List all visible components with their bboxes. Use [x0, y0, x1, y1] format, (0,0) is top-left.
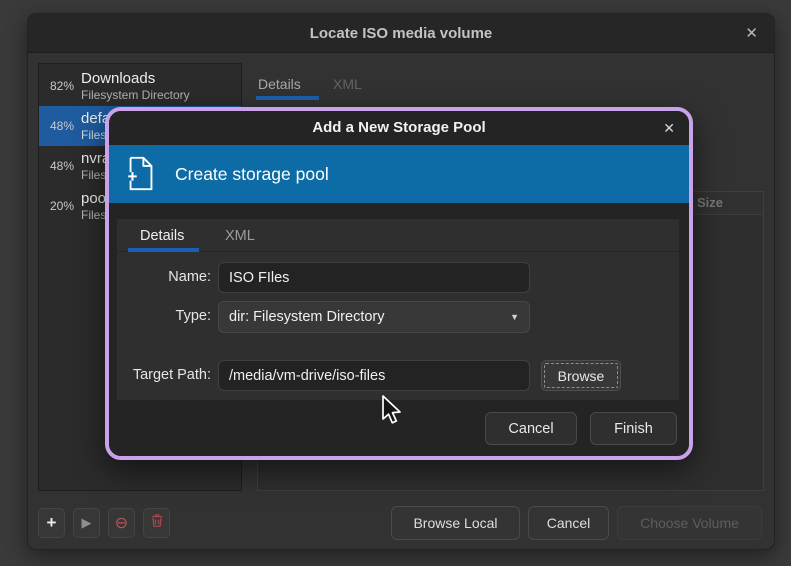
target-path-label: Target Path:: [117, 367, 211, 383]
stop-pool-button[interactable]: ⊖: [108, 508, 135, 538]
name-label: Name:: [117, 269, 211, 285]
main-cancel-button[interactable]: Cancel: [528, 506, 609, 540]
close-icon[interactable]: ✕: [745, 14, 758, 53]
dialog-form-panel: Details XML Name: Type: dir: Filesystem …: [117, 219, 679, 400]
pool-usage-percent: 82%: [42, 79, 74, 93]
dialog-tab-bar: Details XML: [117, 219, 679, 252]
pool-name: Downloads: [81, 70, 190, 88]
trash-icon: [150, 513, 164, 533]
pool-list-item[interactable]: 82% Downloads Filesystem Directory: [39, 66, 241, 106]
type-dropdown-value: dir: Filesystem Directory: [229, 309, 385, 325]
dialog-title: Add a New Storage Pool: [109, 111, 689, 145]
create-pool-banner: Create storage pool: [109, 145, 689, 203]
target-path-input[interactable]: [218, 360, 530, 391]
name-input[interactable]: [218, 262, 530, 293]
dialog-close-icon[interactable]: ✕: [663, 111, 675, 145]
browse-button[interactable]: Browse: [541, 360, 621, 391]
type-dropdown[interactable]: dir: Filesystem Directory ▼: [218, 301, 530, 333]
banner-label: Create storage pool: [175, 164, 329, 185]
mouse-cursor: [381, 395, 405, 434]
play-icon: ▶: [82, 515, 92, 531]
pool-usage-percent: 20%: [42, 199, 74, 213]
dialog-tab-details[interactable]: Details: [140, 228, 184, 244]
tab-details[interactable]: Details: [258, 76, 301, 92]
active-tab-indicator: [256, 96, 319, 100]
main-window-title: Locate ISO media volume: [28, 14, 774, 53]
dialog-active-tab-indicator: [128, 248, 199, 252]
pool-toolbar: + ▶ ⊖: [38, 508, 170, 538]
pool-type: Filesystem Directory: [81, 88, 190, 102]
dialog-finish-button[interactable]: Finish: [590, 412, 677, 445]
browse-local-button[interactable]: Browse Local: [391, 506, 520, 540]
new-document-plus-icon: [122, 154, 160, 194]
start-pool-button[interactable]: ▶: [73, 508, 100, 538]
plus-icon: +: [47, 513, 57, 533]
dialog-titlebar[interactable]: Add a New Storage Pool ✕: [109, 111, 689, 145]
stop-circle-icon: ⊖: [115, 513, 128, 533]
delete-pool-button[interactable]: [143, 508, 170, 538]
dialog-cancel-button[interactable]: Cancel: [485, 412, 577, 445]
pool-usage-percent: 48%: [42, 119, 74, 133]
desktop-background: Locate ISO media volume ✕ 82% Downloads …: [0, 0, 791, 566]
tab-xml[interactable]: XML: [333, 76, 362, 92]
type-label: Type:: [117, 308, 211, 324]
add-pool-button[interactable]: +: [38, 508, 65, 538]
pool-usage-percent: 48%: [42, 159, 74, 173]
choose-volume-button: Choose Volume: [617, 506, 762, 540]
chevron-down-icon: ▼: [510, 312, 519, 322]
dialog-tab-xml[interactable]: XML: [225, 228, 255, 244]
size-column-header[interactable]: Size: [697, 195, 723, 210]
main-titlebar[interactable]: Locate ISO media volume ✕: [28, 14, 774, 53]
